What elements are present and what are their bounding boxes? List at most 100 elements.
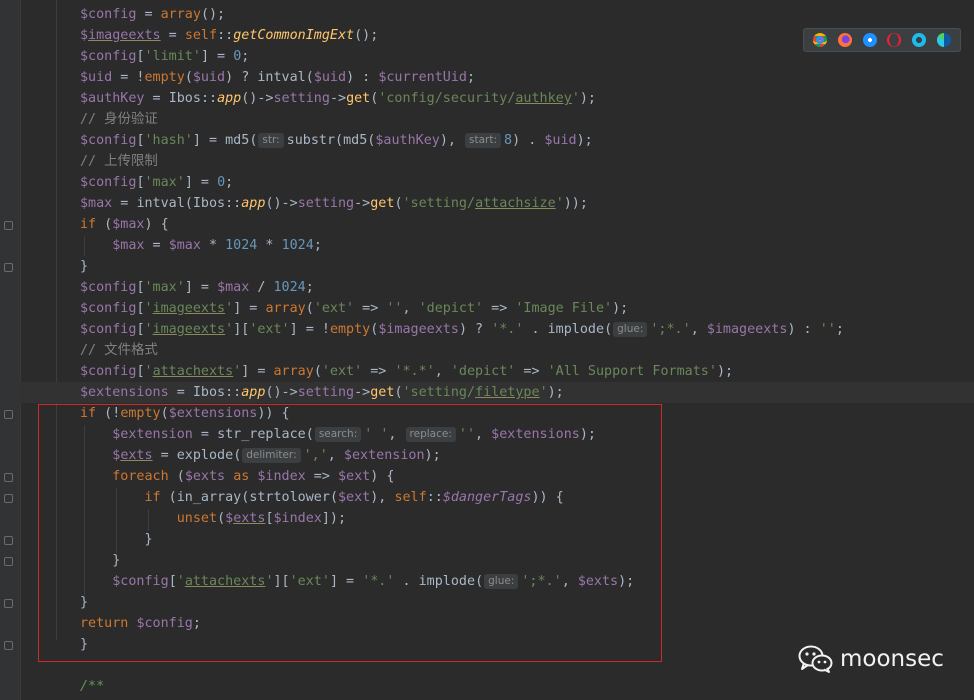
code-token: 1024 xyxy=(281,238,314,253)
code-token: ; xyxy=(467,70,476,85)
code-token: 1024 xyxy=(225,238,258,253)
code-token: ( xyxy=(184,196,193,211)
fold-marker-icon[interactable] xyxy=(4,410,13,419)
code-line[interactable]: $config['imageexts']['ext'] = !empty($im… xyxy=(20,319,974,340)
code-token: = xyxy=(168,385,193,400)
code-token: md5 xyxy=(225,133,250,148)
fold-marker-icon[interactable] xyxy=(4,221,13,230)
code-token: 'setting/ xyxy=(402,385,476,400)
code-line-text: // 身份验证 xyxy=(80,109,158,130)
code-token: empty xyxy=(329,322,371,337)
safari-icon[interactable] xyxy=(862,33,877,47)
code-token: $imageexts xyxy=(706,322,788,337)
code-token: Ibos xyxy=(192,196,226,211)
code-line[interactable]: $config = array(); xyxy=(20,4,974,25)
code-token: ) . xyxy=(512,133,545,148)
code-line[interactable]: $config['hash'] = md5(str: substr(md5($au… xyxy=(20,130,974,151)
code-token: :: xyxy=(217,28,234,43)
code-token: ); xyxy=(579,91,596,106)
code-token: if xyxy=(80,217,97,232)
code-token: [ xyxy=(136,49,145,64)
code-token: 'ext' xyxy=(313,301,355,316)
code-token: $imageexts xyxy=(378,322,459,337)
code-token: $ xyxy=(80,28,89,43)
code-line[interactable]: $config['imageexts'] = array('ext' => ''… xyxy=(20,298,974,319)
fold-marker-icon[interactable] xyxy=(4,473,13,482)
code-token: $max xyxy=(168,238,201,253)
code-line[interactable]: $uid = !empty($uid) ? intval($uid) : $cu… xyxy=(20,67,974,88)
fold-marker-icon[interactable] xyxy=(4,536,13,545)
code-line-text: $config = array(); xyxy=(80,4,225,25)
code-line[interactable]: // 上传限制 xyxy=(20,151,974,172)
code-token: ; xyxy=(835,322,844,337)
code-token: ( xyxy=(305,70,314,85)
code-token: => xyxy=(515,364,548,379)
code-line-text: $extensions = Ibos::app()->setting->get(… xyxy=(80,382,564,403)
code-token: $max xyxy=(112,238,145,253)
code-token: setting xyxy=(273,91,330,106)
chrome-icon[interactable] xyxy=(813,33,828,47)
code-token: filetype xyxy=(475,385,540,400)
code-token: , xyxy=(434,364,451,379)
code-token: app xyxy=(241,196,266,211)
code-token: $uid xyxy=(313,70,347,85)
code-token: intval xyxy=(136,196,185,211)
code-token: array xyxy=(273,364,314,379)
firefox-icon[interactable] xyxy=(837,33,852,47)
code-token: * xyxy=(200,238,226,253)
code-token: ); xyxy=(716,364,734,379)
fold-marker-icon[interactable] xyxy=(4,599,13,608)
code-line[interactable]: $config['max'] = $max / 1024; xyxy=(20,277,974,298)
parameter-hint: start: xyxy=(465,133,502,148)
code-line[interactable]: // 身份验证 xyxy=(20,109,974,130)
code-line-text: $config['max'] = 0; xyxy=(80,172,233,193)
fold-marker-icon[interactable] xyxy=(4,494,13,503)
code-line[interactable]: /** xyxy=(20,676,974,697)
code-line[interactable]: $authKey = Ibos::app()->setting->get('co… xyxy=(20,88,974,109)
ie-icon[interactable] xyxy=(911,33,926,47)
code-token: ] = ! xyxy=(289,322,330,337)
code-token: imageexts xyxy=(152,322,226,337)
fold-marker-icon[interactable] xyxy=(4,557,13,566)
edge-icon[interactable] xyxy=(936,33,951,47)
code-token: => xyxy=(354,301,387,316)
fold-marker-icon[interactable] xyxy=(4,263,13,272)
code-token: ' xyxy=(571,91,580,106)
browser-preview-bar xyxy=(803,28,961,52)
fold-marker-icon[interactable] xyxy=(4,641,13,650)
code-token: ][ xyxy=(233,322,250,337)
code-line[interactable]: if ($max) { xyxy=(20,214,974,235)
code-line[interactable]: $config['max'] = 0; xyxy=(20,172,974,193)
code-token: = xyxy=(112,196,137,211)
code-line[interactable]: $max = $max * 1024 * 1024; xyxy=(20,235,974,256)
code-token: setting xyxy=(297,196,355,211)
code-token: $uid xyxy=(80,70,113,85)
code-token: ) ? xyxy=(225,70,258,85)
highlight-annotation-box xyxy=(38,404,662,662)
code-line[interactable]: } xyxy=(20,256,974,277)
code-token: ' xyxy=(144,364,153,379)
code-line[interactable]: $extensions = Ibos::app()->setting->get(… xyxy=(20,382,974,403)
code-token: $config xyxy=(80,7,137,22)
code-line[interactable]: // 文件格式 xyxy=(20,340,974,361)
code-token: ';*.' xyxy=(650,322,691,337)
code-token: [ xyxy=(136,301,145,316)
code-token: / xyxy=(249,280,274,295)
code-token: $config xyxy=(80,301,137,316)
code-token: ' xyxy=(555,196,564,211)
code-token: intval xyxy=(257,70,306,85)
code-token: $config xyxy=(80,280,137,295)
code-line[interactable]: $max = intval(Ibos::app()->setting->get(… xyxy=(20,193,974,214)
code-token: ( xyxy=(249,133,258,148)
code-line-text: } xyxy=(80,256,88,277)
code-token: = ! xyxy=(112,70,145,85)
code-token: ); xyxy=(547,385,564,400)
code-token: ] = xyxy=(184,175,218,190)
code-token: attachexts xyxy=(152,364,234,379)
code-token: :: xyxy=(225,196,242,211)
code-line[interactable]: $config['attachexts'] = array('ext' => '… xyxy=(20,361,974,382)
code-token: 'config/security/ xyxy=(378,91,516,106)
opera-icon[interactable] xyxy=(887,33,902,47)
code-line-text: // 文件格式 xyxy=(80,340,158,361)
code-token: imageexts xyxy=(152,301,226,316)
